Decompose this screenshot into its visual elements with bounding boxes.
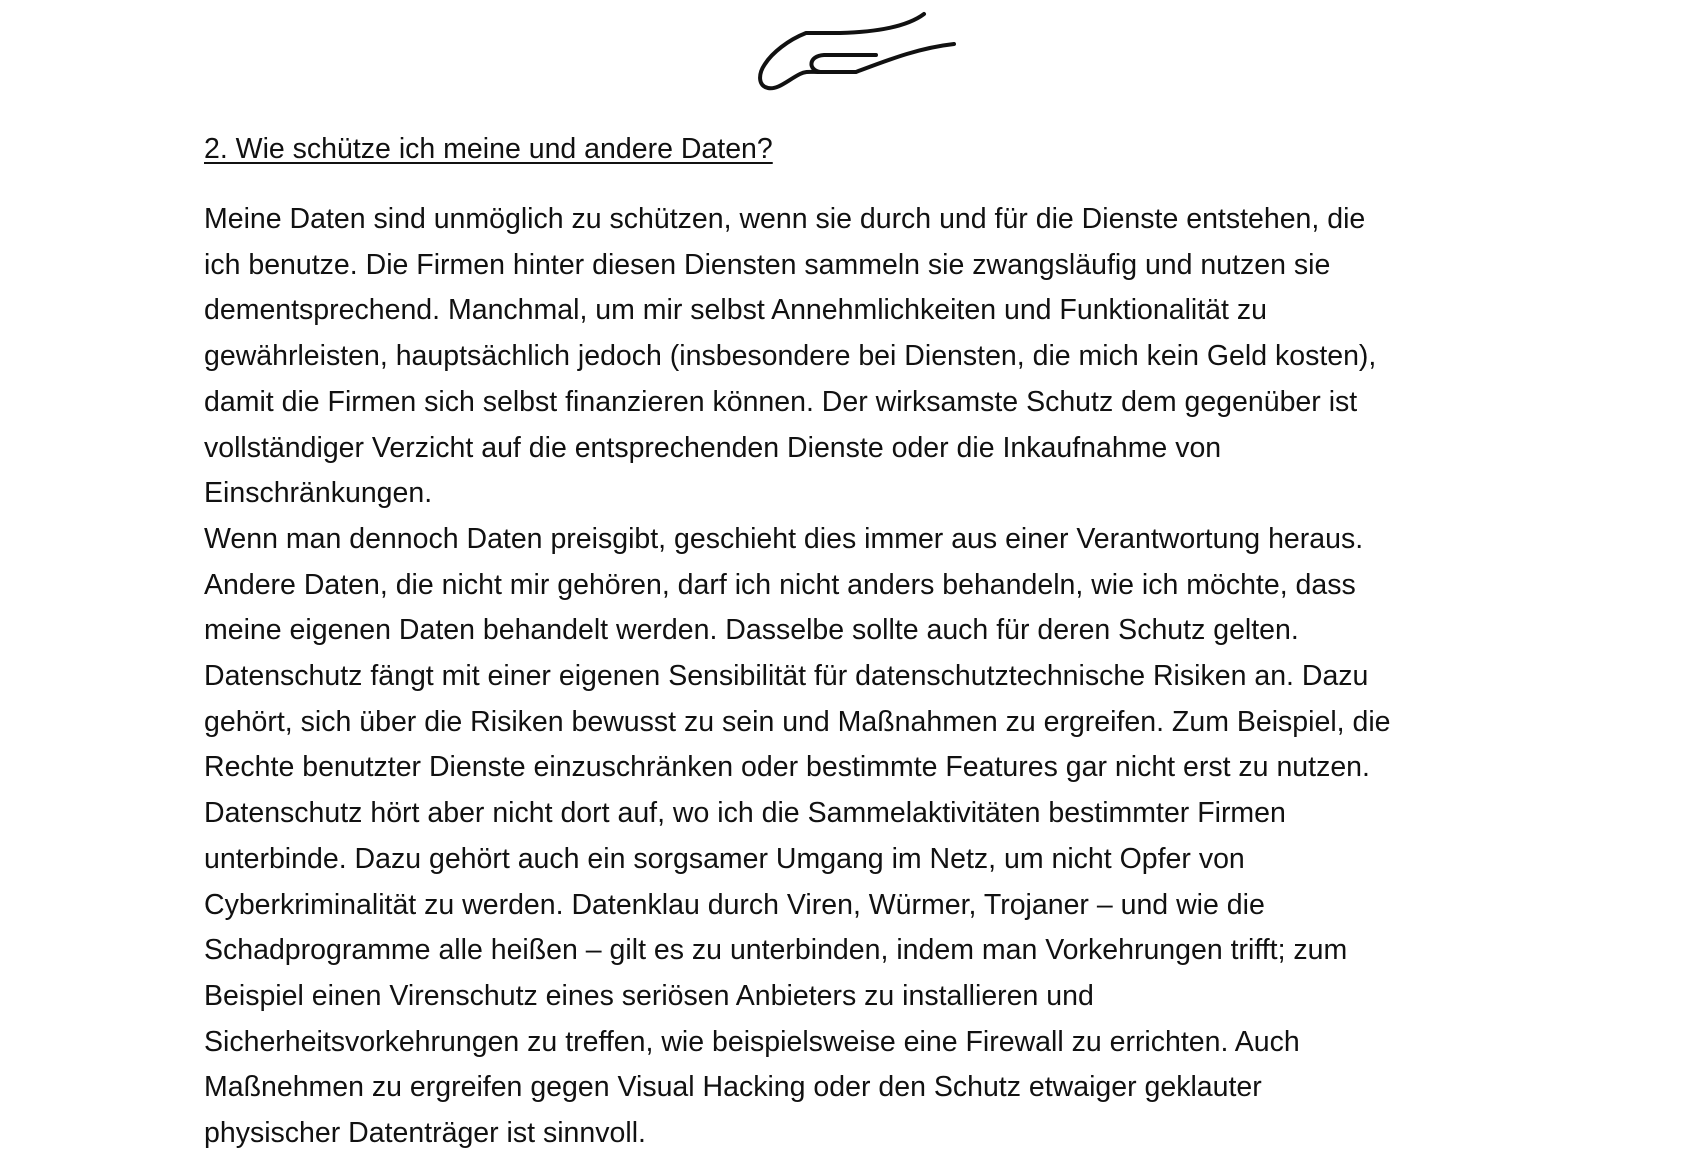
text-line: meine eigenen Daten behandelt werden. Da… xyxy=(204,614,1299,647)
text-line: unterbinde. Dazu gehört auch ein sorgsam… xyxy=(204,842,1245,875)
text-line: Datenschutz hört aber nicht dort auf, wo… xyxy=(204,797,1286,830)
text-line: gehört, sich über die Risiken bewusst zu… xyxy=(204,705,1391,738)
text-line: Cyberkriminalität zu werden. Datenklau d… xyxy=(204,888,1265,921)
text-line: gewährleisten, hauptsächlich jedoch (ins… xyxy=(204,340,1377,373)
body-paragraph: Meine Daten sind unmöglich zu schützen, … xyxy=(204,197,1544,1157)
hand-icon xyxy=(758,12,956,91)
text-line: vollständiger Verzicht auf die entsprech… xyxy=(204,431,1222,464)
text-line: Schadprogramme alle heißen – gilt es zu … xyxy=(204,934,1348,967)
text-line: Datenschutz fängt mit einer eigenen Sens… xyxy=(204,660,1369,693)
text-line: ich benutze. Die Firmen hinter diesen Di… xyxy=(204,248,1331,281)
text-line: physischer Datenträger ist sinnvoll. xyxy=(204,1117,646,1150)
section-heading: 2. Wie schütze ich meine und andere Date… xyxy=(204,133,773,165)
text-line: dementsprechend. Manchmal, um mir selbst… xyxy=(204,294,1267,327)
text-line: Andere Daten, die nicht mir gehören, dar… xyxy=(204,568,1356,601)
text-line: Sicherheitsvorkehrungen zu treffen, wie … xyxy=(204,1025,1300,1058)
text-line: Maßnehmen zu ergreifen gegen Visual Hack… xyxy=(204,1071,1262,1104)
text-line: Rechte benutzter Dienste einzuschränken … xyxy=(204,751,1370,784)
text-line: Beispiel einen Virenschutz eines seriöse… xyxy=(204,979,1094,1012)
text-line: Meine Daten sind unmöglich zu schützen, … xyxy=(204,203,1366,235)
text-line: damit die Firmen sich selbst finanzieren… xyxy=(204,385,1358,418)
text-line: Wenn man dennoch Daten preisgibt, geschi… xyxy=(204,522,1364,555)
document-page: 2. Wie schütze ich meine und andere Date… xyxy=(0,0,1702,1159)
text-line: Einschränkungen. xyxy=(204,477,433,510)
